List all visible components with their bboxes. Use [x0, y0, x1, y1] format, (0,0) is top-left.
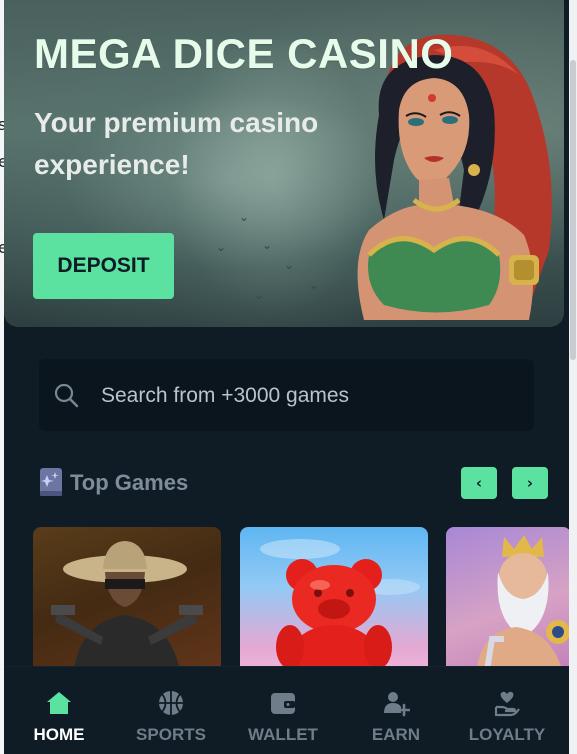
game-card[interactable] — [240, 527, 428, 677]
bird-decoration: ⌄ — [309, 278, 320, 292]
hero-subtitle: Your premium casino experience! — [34, 107, 319, 180]
next-arrow-button[interactable]: › — [512, 467, 548, 499]
nav-label: WALLET — [248, 725, 318, 744]
deposit-button[interactable]: DEPOSIT — [33, 233, 174, 299]
nav-item-home[interactable]: HOME — [4, 667, 114, 754]
bird-decoration: ⌄ — [216, 240, 227, 254]
hero-title: MEGA DICE CASINO — [34, 30, 454, 77]
hero-banner: ⌄ ⌄ ⌄ ⌄ ⌄ ⌄ MEGA DICE CASINO Your premiu… — [4, 0, 564, 327]
search-bar[interactable] — [39, 359, 534, 433]
bottom-navigation: HOME SPORTS WALLET EARN LOYALTY — [4, 666, 569, 754]
previous-arrow-button[interactable]: ‹ — [461, 467, 497, 499]
page-scrollbar[interactable] — [569, 0, 577, 754]
nav-label: EARN — [371, 725, 421, 744]
add-user-icon — [384, 692, 410, 717]
nav-item-loyalty[interactable]: LOYALTY — [452, 667, 562, 754]
zeus-artwork — [476, 535, 569, 677]
basketball-icon — [159, 691, 183, 715]
home-icon — [47, 692, 71, 714]
heart-hand-icon — [494, 691, 520, 717]
bird-decoration: ⌄ — [254, 288, 265, 302]
game-book-icon — [40, 468, 62, 496]
top-games-title: Top Games — [70, 470, 189, 495]
gunslinger-artwork — [33, 527, 221, 677]
nav-item-wallet[interactable]: WALLET — [228, 667, 338, 754]
chevron-left-icon: ‹ — [475, 474, 483, 492]
nav-item-earn[interactable]: EARN — [341, 667, 451, 754]
bird-decoration: ⌄ — [284, 258, 295, 272]
nav-label: HOME — [33, 725, 85, 744]
game-card[interactable] — [446, 527, 569, 677]
wallet-icon — [271, 693, 295, 714]
nav-label: LOYALTY — [468, 725, 546, 744]
nav-label: SPORTS — [136, 725, 206, 744]
bird-decoration: ⌄ — [239, 210, 250, 224]
search-icon — [54, 383, 79, 408]
casino-app: ⌄ ⌄ ⌄ ⌄ ⌄ ⌄ MEGA DICE CASINO Your premiu… — [4, 0, 569, 754]
bird-decoration: ⌄ — [262, 238, 273, 252]
chevron-right-icon: › — [526, 474, 534, 492]
nav-item-sports[interactable]: SPORTS — [116, 667, 226, 754]
red-gummy-bear-artwork — [260, 539, 420, 677]
game-card[interactable] — [33, 527, 221, 677]
search-input[interactable] — [99, 359, 523, 433]
scrollbar-thumb[interactable] — [570, 60, 576, 360]
